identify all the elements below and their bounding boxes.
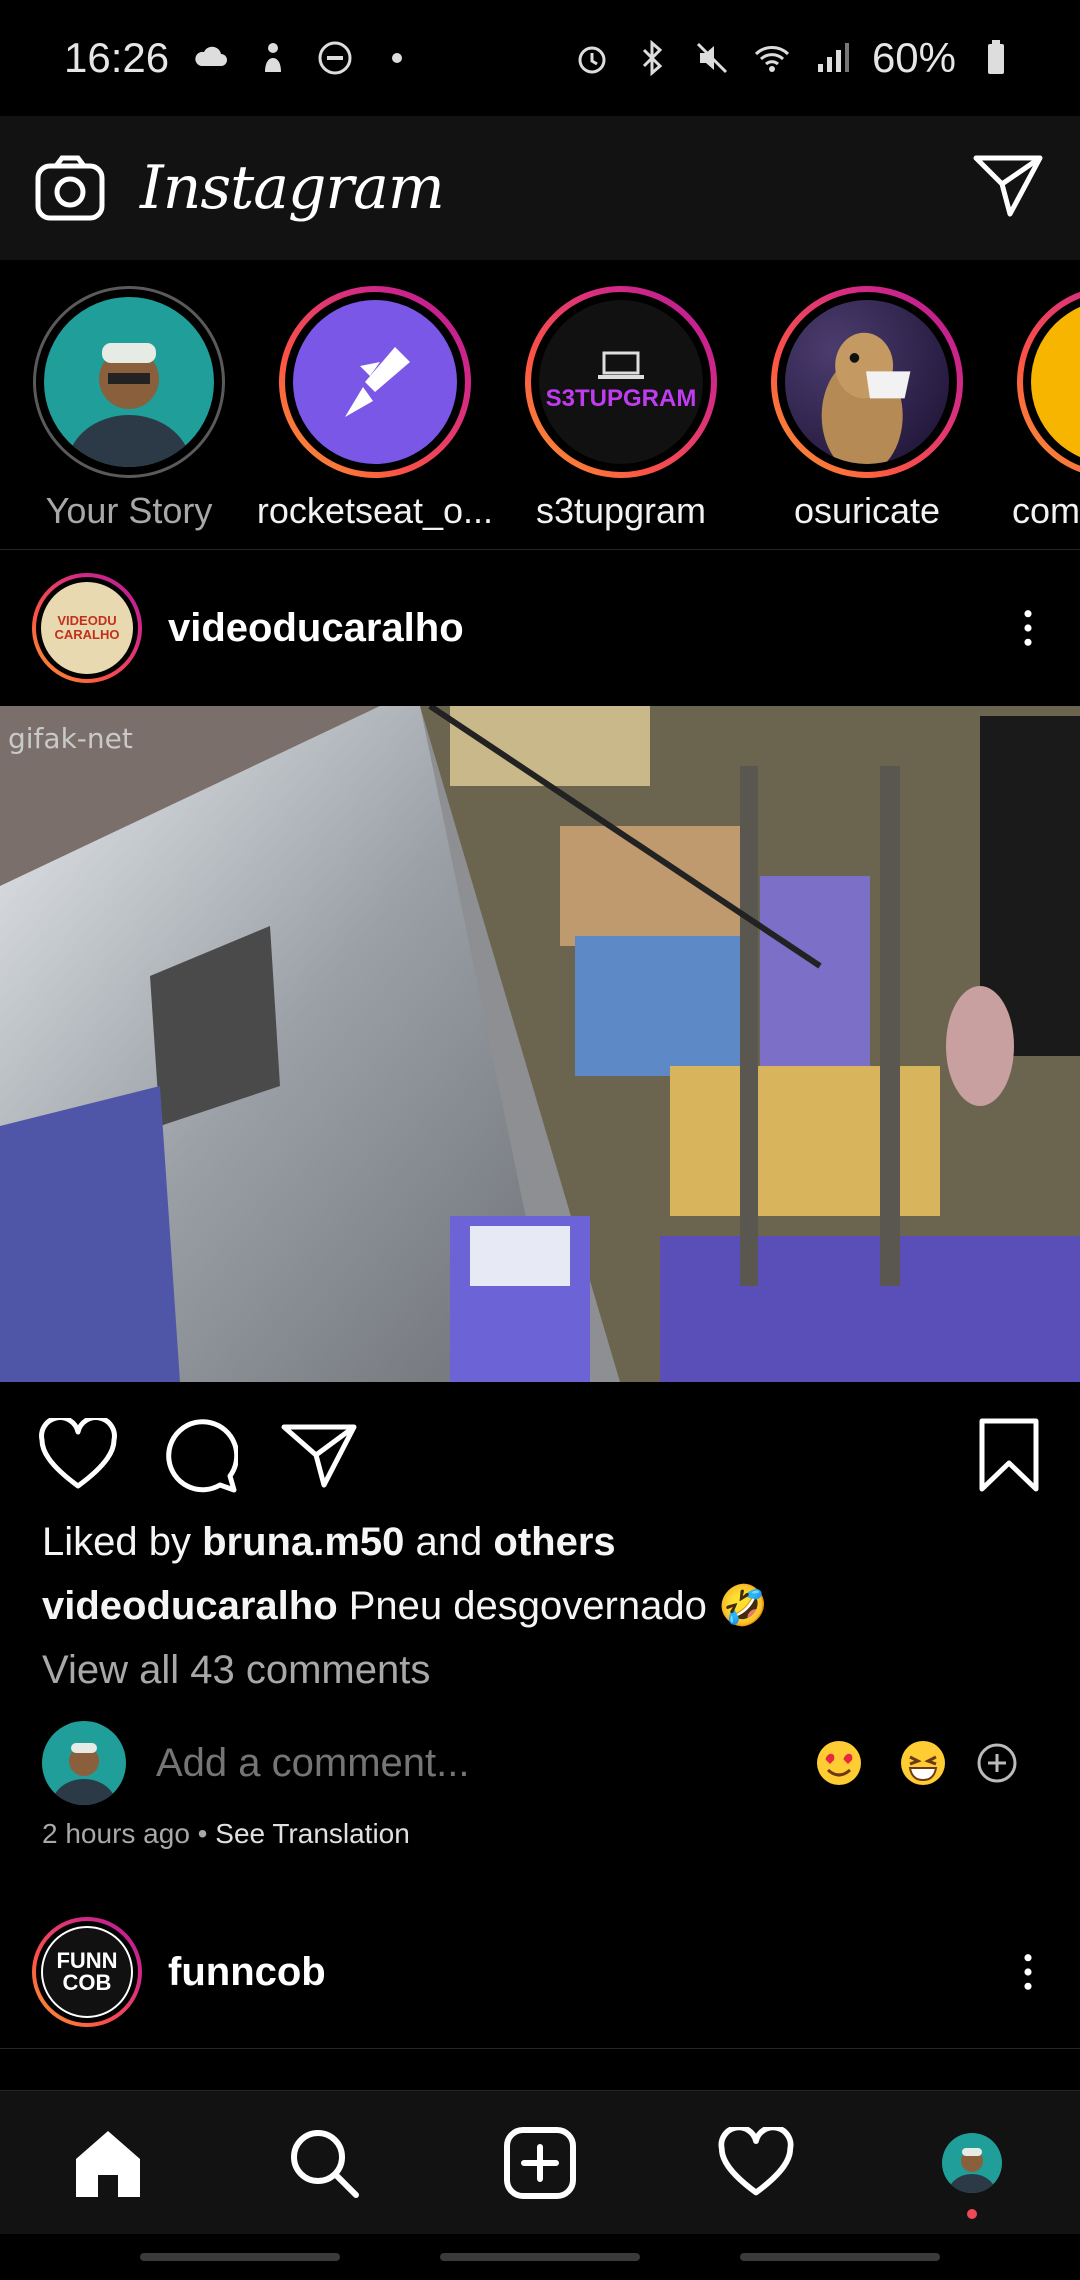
- com-avatar: [1031, 300, 1080, 464]
- nav-home[interactable]: [58, 2113, 158, 2213]
- watermark: gifak-net: [8, 722, 133, 755]
- dot-icon: [392, 53, 403, 63]
- funncob-logo-line2: COB: [62, 1970, 112, 1995]
- camera-icon[interactable]: [34, 152, 106, 224]
- search-icon: [291, 2129, 359, 2198]
- laptop-icon: [598, 351, 644, 379]
- post-avatar-text: VIDEODU CARALHO: [54, 613, 120, 642]
- mute-icon: [696, 42, 727, 74]
- post-actions: [0, 1400, 1080, 1510]
- caption-username[interactable]: videoducaralho: [42, 1584, 338, 1628]
- more-options-icon[interactable]: [1008, 593, 1048, 663]
- gesture-handle[interactable]: [140, 2253, 340, 2261]
- rocket-icon: [345, 347, 410, 417]
- see-translation-link[interactable]: See Translation: [215, 1818, 410, 1849]
- activity-icon: [718, 2126, 794, 2195]
- story-label: Your Story: [45, 490, 213, 531]
- nav-search[interactable]: [274, 2113, 374, 2213]
- post-username[interactable]: videoducaralho: [168, 606, 464, 651]
- caption-text: Pneu desgovernado: [348, 1584, 707, 1628]
- dnd-icon: [318, 41, 352, 75]
- comment-input[interactable]: [156, 1740, 796, 1786]
- like-icon[interactable]: [38, 1418, 118, 1492]
- profile-icon: [942, 2132, 1002, 2193]
- add-comment-row: [42, 1720, 1042, 1806]
- story-com[interactable]: com: [990, 286, 1080, 532]
- story-osuricate[interactable]: osuricate: [744, 286, 990, 532]
- heart-eyes-emoji-icon[interactable]: [814, 1738, 864, 1788]
- system-gesture-bar: [0, 2234, 1080, 2280]
- post-caption: videoducaralho Pneu desgovernado 🤣: [42, 1582, 1042, 1629]
- battery-percent: 60%: [871, 34, 956, 81]
- comment-icon[interactable]: [160, 1416, 238, 1494]
- status-bar: 16:26 60%: [0, 0, 1080, 116]
- signal-icon: [817, 43, 849, 72]
- alarm-icon: [578, 46, 606, 74]
- gesture-handle[interactable]: [740, 2253, 940, 2261]
- grinning-emoji-icon[interactable]: [898, 1738, 948, 1788]
- share-icon[interactable]: [280, 1419, 358, 1491]
- nav-profile[interactable]: [922, 2113, 1022, 2219]
- separator: •: [197, 1818, 208, 1849]
- liked-prefix: Liked by: [42, 1520, 191, 1564]
- next-post-username[interactable]: funncob: [168, 1950, 326, 1995]
- notification-icon: [265, 43, 282, 72]
- time-ago: 2 hours ago: [42, 1818, 190, 1849]
- liked-user[interactable]: bruna.m50: [202, 1520, 404, 1564]
- story-s3tupgram[interactable]: S3TUPGRAM s3tupgram: [498, 286, 744, 532]
- story-your-story[interactable]: Your Story: [6, 286, 252, 532]
- story-label: s3tupgram: [535, 490, 707, 531]
- view-comments-link[interactable]: View all 43 comments: [42, 1648, 1042, 1693]
- cloud-icon: [195, 46, 228, 66]
- more-options-icon[interactable]: [1008, 1937, 1048, 2007]
- liked-and: and: [415, 1520, 483, 1564]
- post-media[interactable]: gifak-net: [0, 706, 1080, 1382]
- bottom-nav: [0, 2090, 1080, 2234]
- liked-by: Liked by bruna.m50 and others: [42, 1520, 1042, 1565]
- liked-others[interactable]: others: [493, 1520, 615, 1564]
- nav-activity[interactable]: [706, 2113, 806, 2213]
- bluetooth-icon: [642, 39, 663, 77]
- s3tupgram-logo-text: S3TUPGRAM: [545, 385, 697, 412]
- add-emoji-icon[interactable]: [976, 1742, 1018, 1784]
- story-rocketseat[interactable]: rocketseat_o...: [252, 286, 498, 532]
- post-video-frame: gifak-net: [0, 706, 1080, 1382]
- stories-tray: Your Story rocketseat_o... S3TUPGRAM s3t…: [0, 260, 1080, 550]
- rocketseat-avatar: [293, 300, 457, 464]
- funncob-logo-line1: FUNN: [56, 1948, 118, 1973]
- app-header: Instagram: [0, 116, 1080, 260]
- post-header: VIDEODU CARALHO videoducaralho: [0, 558, 1080, 698]
- s3tupgram-avatar: S3TUPGRAM: [539, 300, 703, 464]
- wifi-icon: [754, 46, 789, 72]
- save-icon[interactable]: [976, 1417, 1042, 1493]
- home-icon: [76, 2130, 140, 2197]
- story-label: com: [1012, 490, 1080, 531]
- osuricate-avatar: [785, 300, 949, 464]
- gesture-handle[interactable]: [440, 2253, 640, 2261]
- instagram-logo: Instagram: [140, 153, 445, 223]
- my-avatar: [42, 1721, 126, 1805]
- story-label: rocketseat_o...: [256, 490, 494, 531]
- divider: [0, 2048, 1080, 2049]
- next-post-header: FUNN COB funncob: [0, 1902, 1080, 2042]
- next-post-avatar[interactable]: FUNN COB: [32, 1917, 142, 2027]
- direct-message-icon[interactable]: [970, 148, 1046, 224]
- post-avatar[interactable]: VIDEODU CARALHO: [32, 573, 142, 683]
- status-time: 16:26: [64, 34, 170, 81]
- user-avatar: [44, 297, 214, 467]
- notification-dot: [967, 2208, 977, 2219]
- post-timestamp: 2 hours ago • See Translation: [42, 1818, 410, 1850]
- story-label: osuricate: [793, 490, 941, 531]
- nav-new-post[interactable]: [490, 2113, 590, 2213]
- new-post-icon: [504, 2126, 576, 2199]
- caption-emoji: 🤣: [717, 1584, 768, 1628]
- battery-icon: [988, 40, 1004, 74]
